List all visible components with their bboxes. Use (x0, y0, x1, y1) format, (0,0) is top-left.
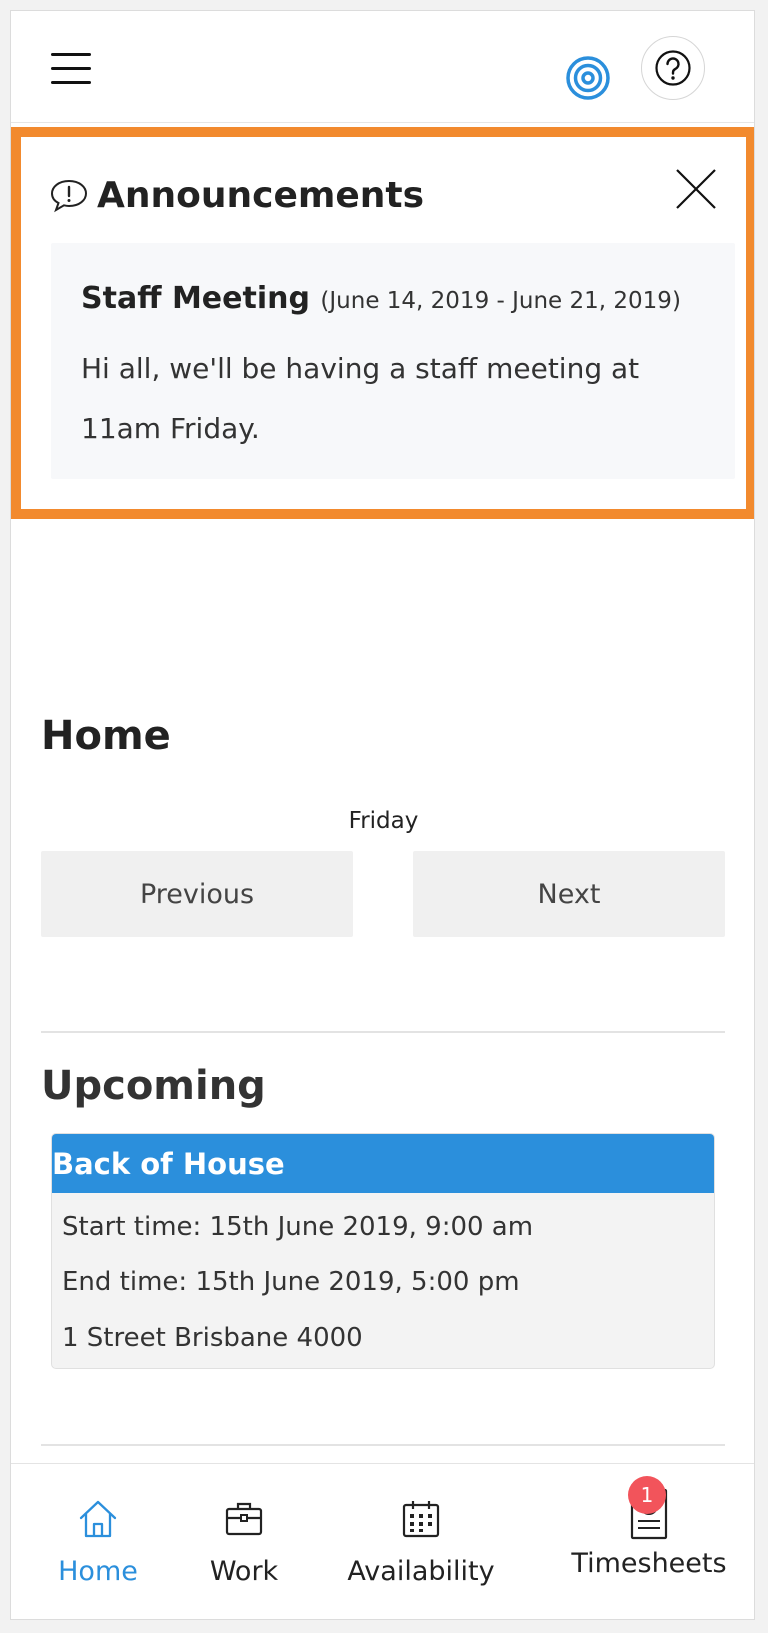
target-logo-icon[interactable] (565, 55, 611, 101)
notification-badge: 1 (628, 1476, 666, 1514)
previous-button[interactable]: Previous (41, 851, 353, 937)
day-label: Friday (348, 808, 419, 834)
shift-card[interactable]: Back of House Start time: 15th June 2019… (51, 1133, 715, 1369)
speech-bubble-alert-icon (50, 179, 88, 212)
nav-item-home[interactable]: Home (45, 1464, 151, 1619)
announcement-dates: (June 14, 2019 - June 21, 2019) (320, 288, 681, 314)
announcement-body: Hi all, we'll be having a staff meeting … (81, 352, 640, 445)
calendar-icon (402, 1501, 440, 1538)
announcement-heading: Staff Meeting (June 14, 2019 - June 21, … (81, 281, 681, 316)
nav-item-timesheets[interactable]: 1 Timesheets (566, 1464, 732, 1619)
briefcase-icon (225, 1502, 263, 1536)
home-icon (79, 1500, 117, 1538)
shift-area: Back of House (52, 1134, 714, 1193)
upcoming-title: Upcoming (41, 1063, 266, 1109)
nav-label-work: Work (209, 1556, 279, 1587)
help-button[interactable] (641, 36, 705, 100)
shift-end-time: End time: 15th June 2019, 5:00 pm (62, 1267, 520, 1297)
announcement-title: Staff Meeting (81, 281, 310, 316)
announcements-panel: Announcements Staff Meeting (June 14, 20… (11, 127, 754, 519)
nav-label-timesheets: Timesheets (571, 1548, 727, 1579)
close-icon[interactable] (674, 167, 718, 211)
shift-address: 1 Street Brisbane 4000 (62, 1323, 363, 1353)
top-bar (11, 11, 754, 123)
shift-start-time: Start time: 15th June 2019, 9:00 am (62, 1212, 534, 1242)
announcements-header: Announcements (49, 175, 424, 216)
nav-item-availability[interactable]: Availability (341, 1464, 501, 1619)
nav-item-work[interactable]: Work (191, 1464, 297, 1619)
bottom-nav: Home Work Availability 1 Timesheets (11, 1463, 754, 1619)
app-frame: Announcements Staff Meeting (June 14, 20… (10, 10, 755, 1620)
question-mark-icon (655, 50, 691, 86)
section-divider (41, 1031, 725, 1033)
nav-label-availability: Availability (347, 1556, 495, 1587)
hamburger-menu-icon[interactable] (51, 53, 91, 84)
announcements-title: Announcements (97, 175, 425, 216)
next-button[interactable]: Next (413, 851, 725, 937)
section-divider (41, 1444, 725, 1446)
nav-label-home: Home (58, 1556, 138, 1587)
announcement-card: Staff Meeting (June 14, 2019 - June 21, … (51, 243, 735, 479)
page-title: Home (41, 713, 171, 759)
